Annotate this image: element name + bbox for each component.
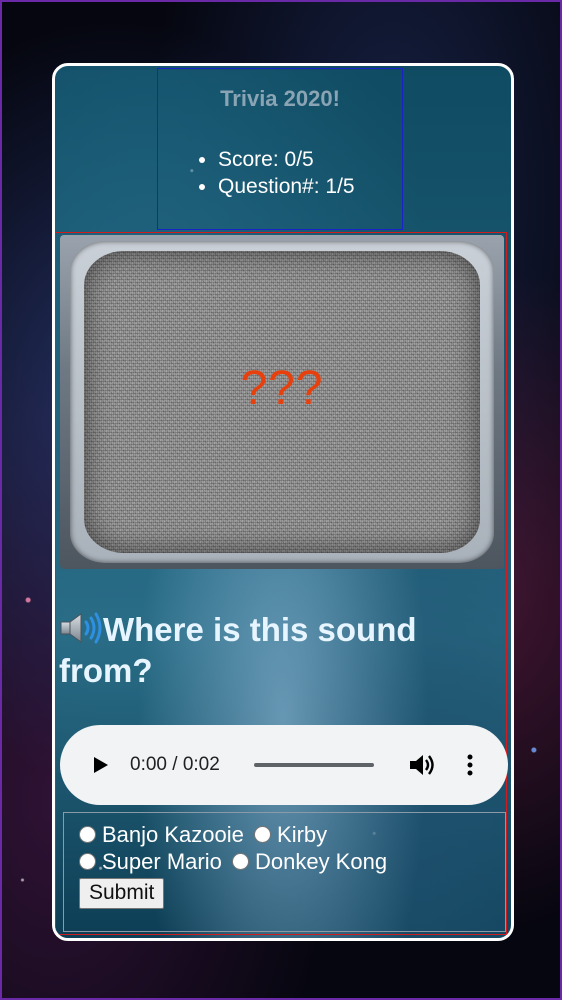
question-text: Where is this sound from? (59, 611, 417, 689)
question-panel: ??? Where is this sound from? 0:00 / 0:0… (55, 232, 508, 935)
audio-seek-bar[interactable] (254, 763, 374, 767)
answer-row: Super Mario Donkey Kong (79, 848, 505, 875)
more-options-icon[interactable] (464, 752, 476, 778)
trivia-card: Trivia 2020! Score: 0/5 Question#: 1/5 ?… (52, 63, 514, 941)
question-number: Question#: 1/5 (218, 173, 402, 200)
answer-option[interactable]: Donkey Kong (231, 848, 388, 875)
answer-option[interactable]: Super Mario (79, 848, 222, 875)
stats-list: Score: 0/5 Question#: 1/5 (158, 146, 402, 200)
answer-label: Donkey Kong (254, 849, 388, 874)
tv-image: ??? (60, 235, 504, 569)
answer-form: Banjo Kazooie Kirby Super Mario Donkey K… (63, 812, 506, 932)
answer-option[interactable]: Kirby (254, 821, 327, 848)
radio-button[interactable] (79, 826, 96, 843)
audio-time: 0:00 / 0:02 (130, 754, 220, 775)
static-screen: ??? (84, 251, 480, 553)
answer-label: Banjo Kazooie (102, 822, 244, 847)
play-icon[interactable] (88, 753, 112, 777)
answer-option[interactable]: Banjo Kazooie (79, 821, 244, 848)
answer-row: Banjo Kazooie Kirby (79, 821, 505, 848)
question-heading: Where is this sound from? (59, 609, 499, 691)
score: Score: 0/5 (218, 146, 402, 173)
submit-button[interactable]: Submit (79, 878, 165, 909)
volume-icon[interactable] (408, 752, 436, 778)
tv-bezel: ??? (70, 241, 494, 563)
scoreboard: Trivia 2020! Score: 0/5 Question#: 1/5 (157, 68, 403, 230)
mystery-text: ??? (240, 362, 324, 415)
answer-label: Super Mario (102, 849, 222, 874)
radio-button[interactable] (79, 853, 96, 870)
audio-player[interactable]: 0:00 / 0:02 (60, 725, 508, 805)
speaker-icon (60, 612, 102, 644)
answer-label: Kirby (277, 822, 328, 847)
app-title: Trivia 2020! (220, 86, 340, 111)
radio-button[interactable] (231, 853, 249, 870)
radio-button[interactable] (254, 826, 272, 843)
